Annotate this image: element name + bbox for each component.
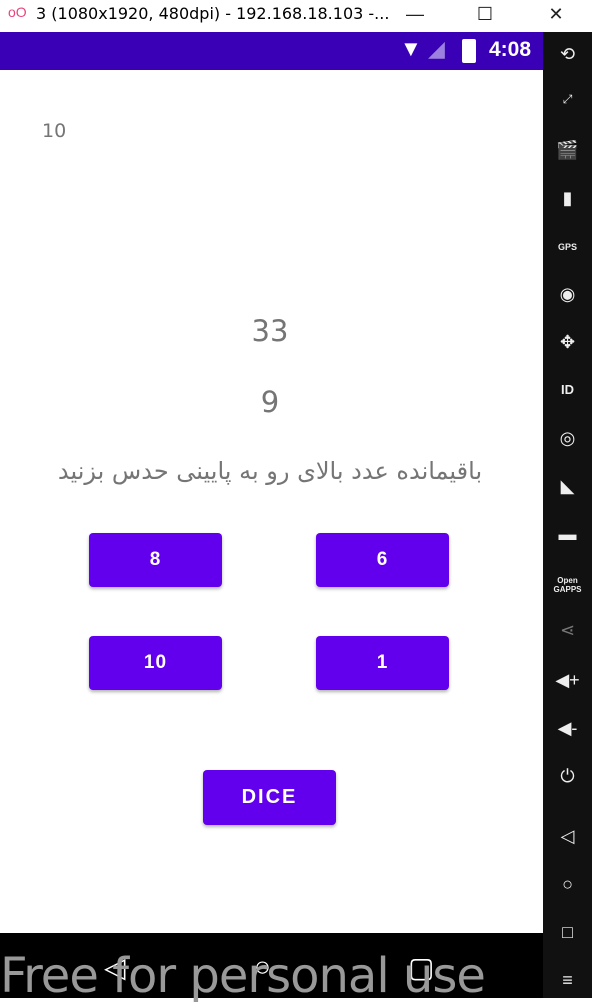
option-button-1[interactable]: 8 (89, 533, 222, 587)
close-button[interactable]: ✕ (533, 0, 579, 32)
battery-icon[interactable]: ▮ (543, 188, 592, 209)
bottom-number: 9 (260, 385, 280, 419)
rotate-icon[interactable]: ⟲ (543, 44, 592, 65)
camera-icon[interactable]: ◉ (543, 284, 592, 305)
id-icon[interactable]: ID (543, 382, 592, 397)
wifi-icon: ▼ (400, 36, 422, 61)
option-button-2[interactable]: 6 (316, 533, 449, 587)
volume-down-icon[interactable]: ◀- (543, 718, 592, 739)
dice-button[interactable]: DICE (203, 770, 336, 825)
recents-icon[interactable]: □ (543, 922, 592, 943)
maximize-button[interactable]: ☐ (462, 0, 508, 32)
top-number: 33 (251, 314, 289, 348)
opengapps-icon[interactable]: Open GAPPS (543, 576, 592, 594)
signal-icon: ◢ (428, 36, 445, 61)
minimize-button[interactable]: — (392, 0, 438, 32)
window-title: 3 (1080x1920, 480dpi) - 192.168.18.103 -… (36, 4, 390, 23)
back-icon[interactable]: ◁ (543, 826, 592, 847)
status-time: 4:08 (488, 38, 531, 61)
move-icon[interactable]: ✥ (543, 332, 592, 353)
home-icon[interactable]: ○ (543, 874, 592, 895)
battery-charging-icon (462, 39, 476, 63)
cast-icon[interactable]: ◣ (543, 476, 592, 497)
share-icon[interactable]: ⋖ (543, 620, 592, 641)
menu-icon[interactable]: ≡ (543, 970, 592, 991)
power-icon[interactable]: ⏻ (543, 766, 592, 787)
gps-icon[interactable]: GPS (543, 242, 592, 252)
disc-icon[interactable]: ◎ (543, 428, 592, 449)
app-logo-icon: oO (8, 4, 27, 20)
status-bar: ▼ ◢ 4:08 (0, 32, 543, 70)
clapperboard-icon[interactable]: 🎬 (543, 140, 592, 161)
watermark-text: Free for personal use (0, 948, 486, 1004)
message-icon[interactable]: ▬ (543, 524, 592, 545)
option-button-3[interactable]: 10 (89, 636, 222, 690)
window-titlebar: oO 3 (1080x1920, 480dpi) - 192.168.18.10… (0, 0, 592, 32)
one-to-one-icon[interactable]: ⤢ (543, 92, 592, 107)
prompt-text: باقیمانده عدد بالای رو به پایینی حدس بزن… (57, 457, 483, 485)
emulator-sidebar: ⟲ ⤢ 🎬 ▮ GPS ◉ ✥ ID ◎ ◣ ▬ Open GAPPS ⋖ ◀+… (543, 32, 592, 998)
option-button-4[interactable]: 1 (316, 636, 449, 690)
corner-value: 10 (42, 120, 67, 142)
volume-up-icon[interactable]: ◀+ (543, 670, 592, 691)
